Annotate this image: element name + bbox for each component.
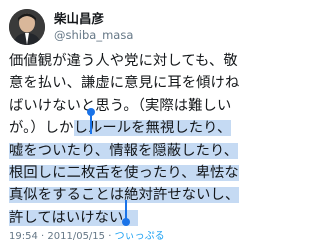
selected-text: 根回しに二枚舌を使ったり、卑怯な [9,164,239,181]
meta-separator: · [108,231,112,242]
avatar[interactable] [9,9,45,45]
selection-end-handle-icon[interactable] [122,218,130,226]
tweet-time: 19:54 [9,231,38,242]
user-handle[interactable]: @shiba_masa [54,28,133,42]
user-display-name[interactable]: 柴山昌彦 [54,11,104,27]
tweet-line: が。）しかしルールを無視したり、 [9,117,243,139]
selection-end-caret[interactable] [125,200,127,220]
meta-separator: · [41,231,45,242]
tweet-date: 2011/05/15 [47,231,106,242]
client-link[interactable]: つぃっぷる [115,231,165,242]
selected-text: しルールを無視したり、 [73,120,232,137]
tweet-line-unselected: が。）しか [9,120,74,137]
selection-start-caret[interactable] [90,114,92,134]
tweet-line: 意を払い、謙虚に意見に耳を傾けね [9,75,240,92]
tweet-line: 嘘をついたり、情報を隠蔽したり、 [9,140,243,162]
tweet-line: 価値観が違う人や党に対しても、敬 [9,53,238,69]
selected-text: 嘘をついたり、情報を隠蔽したり、 [9,142,239,159]
tweet-meta: 19:54 · 2011/05/15 · つぃっぷる [9,230,165,244]
selected-text: 許してはいけない。 [9,209,138,226]
tweet-line: 根回しに二枚舌を使ったり、卑怯な [9,162,243,184]
tweet-line: ばいけないと思う。（実際は難しい [9,97,232,114]
